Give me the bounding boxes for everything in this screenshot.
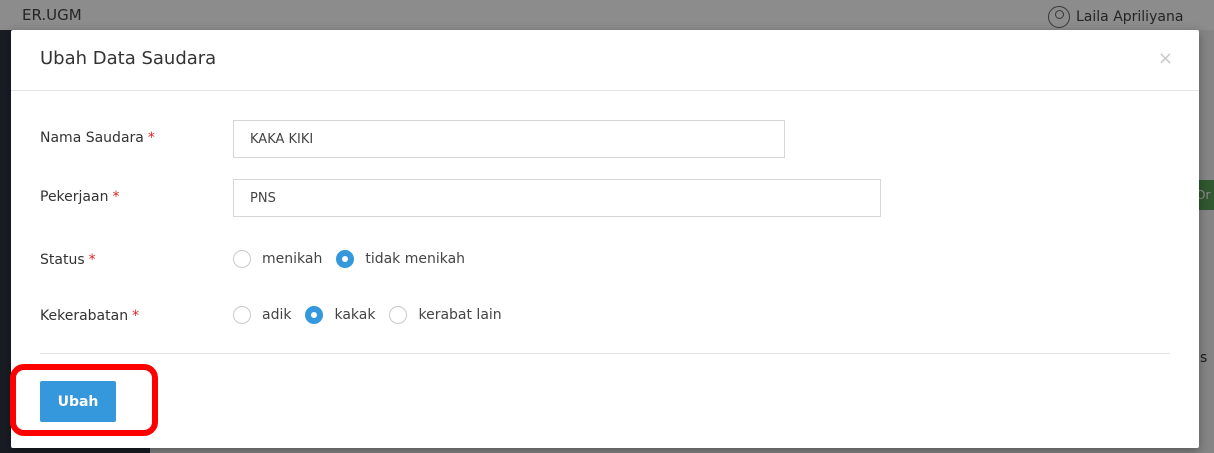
status-option-label: menikah [262, 251, 323, 267]
pekerjaan-input[interactable] [233, 179, 881, 217]
kekerabatan-option-label: adik [262, 307, 292, 323]
required-mark: * [112, 189, 120, 205]
close-icon[interactable]: × [1158, 48, 1173, 69]
kekerabatan-option-label: kerabat lain [418, 307, 502, 323]
status-radio-group: menikah tidak menikah [233, 250, 479, 268]
form-row-status: Status * menikah tidak menikah [40, 242, 1190, 282]
required-mark: * [88, 252, 96, 268]
kekerabatan-option-kakak[interactable]: kakak [305, 306, 375, 324]
status-option-tidak-menikah[interactable]: tidak menikah [336, 250, 465, 268]
kekerabatan-option-adik[interactable]: adik [233, 306, 291, 324]
nama-saudara-input[interactable] [233, 120, 785, 158]
kekerabatan-radio-group: adik kakak kerabat lain [233, 306, 516, 324]
modal-header: Ubah Data Saudara × [11, 30, 1199, 91]
modal-footer-divider [40, 353, 1170, 354]
ubah-button[interactable]: Ubah [40, 381, 116, 422]
status-option-label: tidak menikah [365, 251, 466, 267]
radio-checked-icon[interactable] [305, 306, 324, 324]
nama-saudara-label: Nama Saudara * [40, 130, 155, 146]
radio-unchecked-icon[interactable] [233, 250, 251, 268]
form-row-nama-saudara: Nama Saudara * [40, 120, 1190, 160]
kekerabatan-option-label: kakak [334, 307, 376, 323]
radio-unchecked-icon[interactable] [389, 306, 408, 324]
edit-sibling-modal: Ubah Data Saudara × Nama Saudara* Pekerj… [11, 30, 1199, 448]
form-row-kekerabatan: Kekerabatan * adik kakak kerabat lain [40, 298, 1190, 338]
kekerabatan-label: Kekerabatan * [40, 308, 140, 324]
form-row-pekerjaan: Pekerjaan * [40, 179, 1190, 219]
radio-unchecked-icon[interactable] [233, 306, 251, 324]
required-mark: * [132, 308, 140, 324]
pekerjaan-label: Pekerjaan * [40, 189, 120, 205]
modal-title: Ubah Data Saudara [40, 48, 217, 69]
radio-checked-icon[interactable] [336, 250, 355, 268]
kekerabatan-option-kerabat-lain[interactable]: kerabat lain [389, 306, 502, 324]
status-option-menikah[interactable]: menikah [233, 250, 322, 268]
required-mark: * [147, 130, 155, 146]
status-label: Status * [40, 252, 96, 268]
